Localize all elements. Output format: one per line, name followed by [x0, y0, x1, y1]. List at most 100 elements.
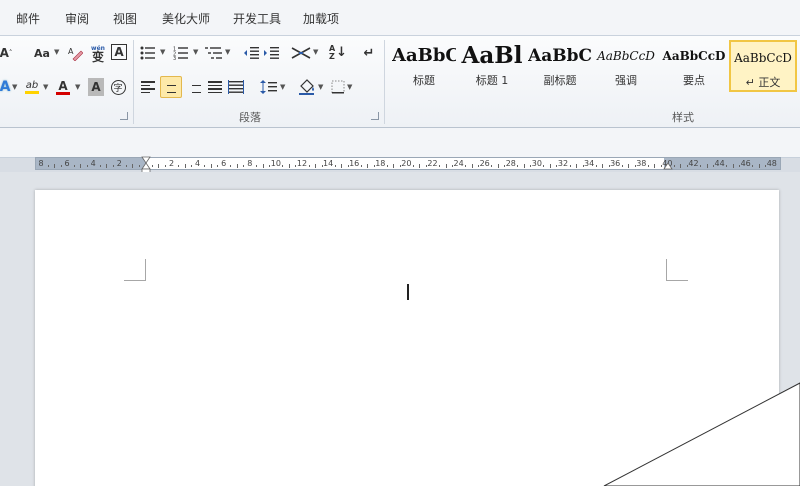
highlight-icon: ab [25, 80, 39, 91]
ruler-tick [628, 164, 630, 168]
highlight-button[interactable]: ab [22, 78, 42, 96]
ruler-tick [106, 164, 108, 168]
ruler-tick [393, 164, 395, 168]
chinese-layout-button[interactable] [290, 44, 312, 62]
font-color-button[interactable]: A [54, 78, 72, 96]
text-effect-dropdown-icon[interactable]: ▼ [12, 83, 17, 91]
ruler-tick [569, 165, 571, 167]
ruler-tick [262, 164, 264, 168]
ruler-number: 24 [453, 159, 464, 168]
line-spacing-icon [260, 80, 277, 94]
line-spacing-button[interactable] [259, 78, 279, 96]
font-color-dropdown-icon[interactable]: ▼ [75, 83, 80, 91]
ruler-number: 42 [688, 159, 699, 168]
ruler-tick [191, 165, 193, 167]
ruler-number: 26 [479, 159, 490, 168]
multilevel-list-button[interactable] [204, 44, 224, 62]
ruler-tick [360, 165, 362, 167]
shading-button[interactable] [297, 78, 317, 96]
ruler-tick [367, 164, 369, 168]
ruler-number: 34 [584, 159, 595, 168]
bullets-dropdown-icon[interactable]: ▼ [160, 48, 165, 56]
ruler-tick [576, 164, 578, 168]
distributed-icon [228, 80, 244, 94]
numbering-dropdown-icon[interactable]: ▼ [193, 48, 198, 56]
multilevel-list-icon [205, 47, 222, 59]
style-emphasis[interactable]: AaBbCcD 强调 [594, 40, 658, 92]
paragraph-dialog-launcher-icon[interactable] [371, 112, 379, 120]
phonetic-guide-button[interactable]: wén 变 [88, 44, 108, 63]
clear-format-button[interactable]: A [66, 44, 84, 62]
tab-view[interactable]: 视图 [113, 10, 137, 27]
ruler-tick [673, 165, 675, 167]
borders-button[interactable] [330, 78, 346, 96]
bullets-button[interactable] [139, 44, 157, 62]
show-marks-button[interactable]: ↵ [360, 44, 378, 62]
tab-beautify-master[interactable]: 美化大师 [162, 10, 210, 27]
ruler-number: 2 [116, 159, 122, 168]
char-shading-button[interactable]: A [88, 78, 104, 96]
decrease-indent-button[interactable] [242, 44, 260, 62]
sort-icon: A Z ↓ [328, 44, 348, 61]
ruler-number: 12 [296, 159, 308, 168]
ruler-number: 30 [531, 159, 542, 168]
style-strong[interactable]: AaBbCcD 要点 [662, 40, 726, 92]
paragraph-mark-icon: ↵ [363, 45, 375, 61]
style-subtitle[interactable]: AaBbC 副标题 [528, 40, 592, 92]
change-case-dropdown-icon[interactable]: ▼ [54, 48, 59, 56]
horizontal-ruler[interactable]: 8 6 4 2 2 4 6 8 10 12 14 16 18 20 22 24 26 28 30 32 34 36 38 40… [35, 157, 781, 170]
ruler-tick [726, 165, 728, 167]
change-case-button[interactable]: Aa [30, 44, 54, 62]
tab-review[interactable]: 审阅 [65, 10, 89, 27]
align-center-button[interactable] [160, 76, 182, 98]
document-page[interactable] [35, 190, 779, 486]
ruler-tick [595, 165, 597, 167]
ruler-tick [230, 165, 232, 167]
ruler-tick [178, 165, 180, 167]
tab-addins[interactable]: 加载项 [303, 10, 339, 27]
ruler-tick [151, 165, 153, 167]
ruler-number: 4 [90, 159, 96, 168]
align-right-button[interactable] [185, 78, 203, 96]
ruler-tick [758, 164, 760, 168]
ruler-tick [132, 164, 134, 168]
ruler-tick [73, 165, 75, 167]
menu-bar: 邮件 审阅 视图 美化大师 开发工具 加载项 [0, 0, 800, 36]
borders-dropdown-icon[interactable]: ▼ [347, 83, 352, 91]
grow-font-icon: A [0, 46, 9, 60]
ruler-tick [80, 164, 82, 168]
sort-button[interactable]: A Z ↓ [328, 44, 348, 62]
char-border-button[interactable]: A [111, 44, 127, 60]
style-title[interactable]: AaBbC 标题 [392, 40, 456, 92]
ruler-tick [471, 164, 473, 168]
style-normal[interactable]: AaBbCcD ↵ 正文 [729, 40, 797, 92]
align-left-icon [141, 81, 155, 93]
ruler-tick [386, 165, 388, 167]
highlight-dropdown-icon[interactable]: ▼ [43, 83, 48, 91]
char-border-icon: A [114, 45, 124, 59]
ruler-tick [315, 164, 317, 168]
style-heading-1[interactable]: AaBl 标题 1 [460, 40, 524, 92]
increase-indent-button[interactable] [262, 44, 280, 62]
distributed-button[interactable] [227, 78, 245, 96]
char-shading-icon: A [91, 80, 101, 94]
multilevel-dropdown-icon[interactable]: ▼ [225, 48, 230, 56]
line-spacing-dropdown-icon[interactable]: ▼ [280, 83, 285, 91]
ruler-tick [621, 165, 623, 167]
justify-button[interactable] [206, 78, 224, 96]
group-separator [133, 40, 134, 124]
ruler-number: 8 [38, 159, 44, 168]
shading-dropdown-icon[interactable]: ▼ [318, 83, 323, 91]
ruler-number: 14 [323, 159, 334, 168]
chinese-layout-dropdown-icon[interactable]: ▼ [313, 48, 318, 56]
ruler-tick [700, 165, 702, 167]
ruler-number: 38 [636, 159, 647, 168]
font-dialog-launcher-icon[interactable] [120, 112, 128, 120]
grow-font-button[interactable]: A ˄ [0, 44, 14, 62]
align-left-button[interactable] [139, 78, 157, 96]
enclose-char-button[interactable]: 字 [109, 78, 127, 96]
tab-mailings[interactable]: 邮件 [16, 10, 40, 27]
numbering-button[interactable]: 123 [172, 44, 190, 62]
ribbon: A ˄ Aa ▼ A wén 变 A A ▼ ab ▼ A ▼ A 字 ▼ 123 … [0, 36, 800, 128]
tab-developer[interactable]: 开发工具 [233, 10, 281, 27]
